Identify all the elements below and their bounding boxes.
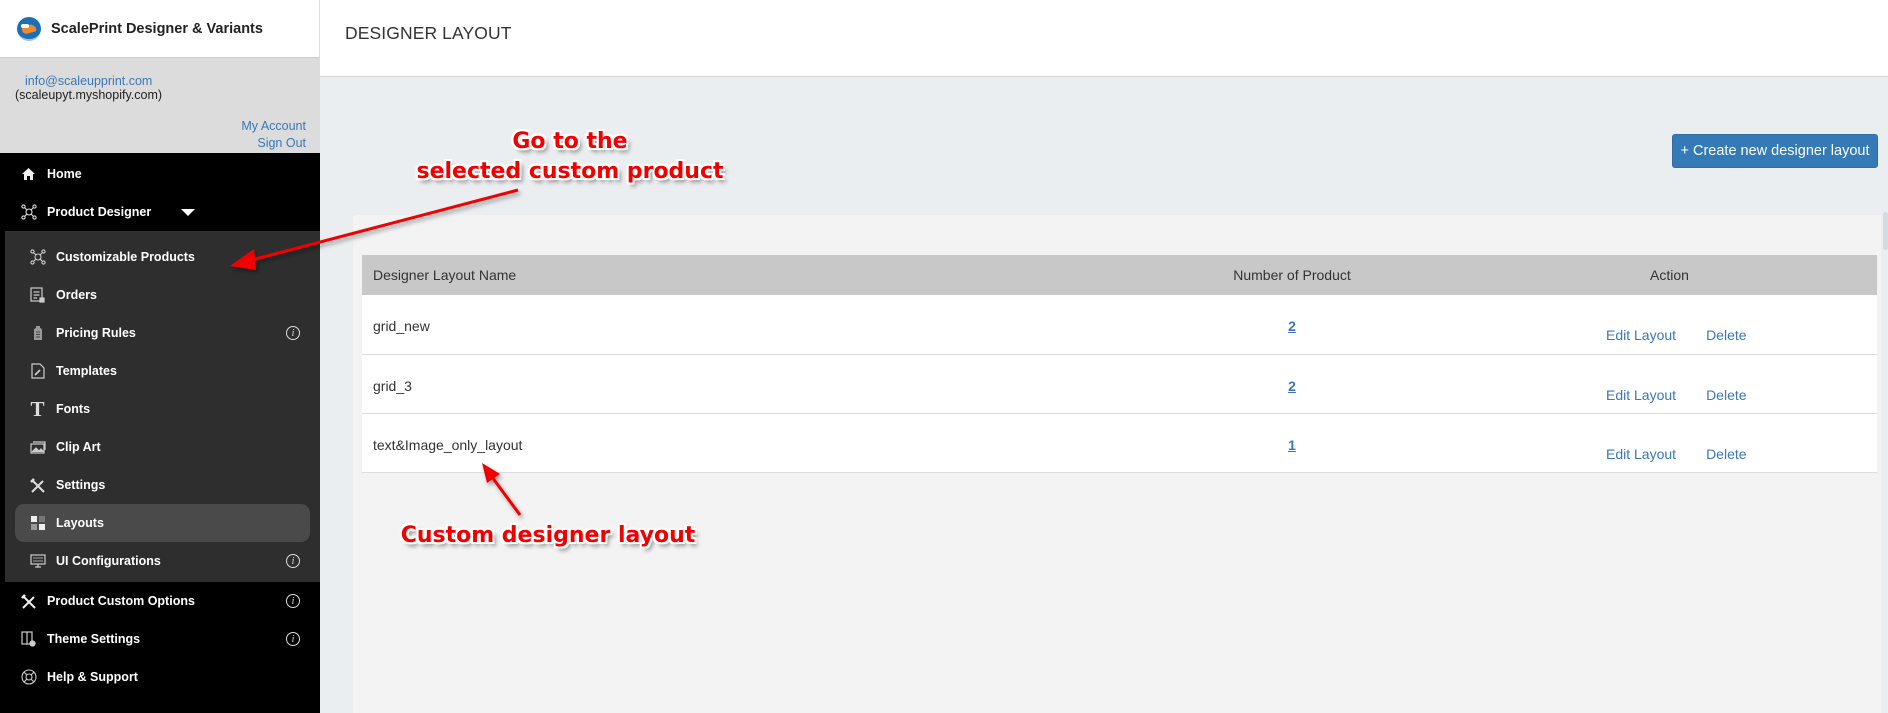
- sidebar-item-label: Customizable Products: [56, 250, 195, 264]
- sidebar-item-clip-art[interactable]: Clip Art: [5, 428, 320, 466]
- templates-icon: [29, 363, 46, 380]
- delete-link[interactable]: Delete: [1706, 327, 1746, 343]
- sidebar-item-label: Product Designer: [47, 205, 152, 219]
- sidebar-item-ui-configurations[interactable]: UI Configurations i: [5, 542, 320, 580]
- sidebar-item-templates[interactable]: Templates: [5, 352, 320, 390]
- edit-layout-link[interactable]: Edit Layout: [1606, 446, 1676, 462]
- table-header-row: Designer Layout Name Number of Product A…: [362, 255, 1877, 295]
- sidebar-item-layouts[interactable]: Layouts: [15, 504, 310, 542]
- sidebar-item-label: Settings: [56, 478, 106, 492]
- info-icon[interactable]: i: [286, 326, 300, 340]
- my-account-link[interactable]: My Account: [241, 118, 306, 135]
- sidebar-item-label: Pricing Rules: [56, 326, 136, 340]
- product-custom-options-icon: [20, 593, 37, 610]
- pricing-rules-icon: [29, 325, 46, 342]
- edit-layout-link[interactable]: Edit Layout: [1606, 327, 1676, 343]
- product-designer-icon: [20, 204, 37, 221]
- sidebar-item-label: Orders: [56, 288, 97, 302]
- sidebar-item-label: Layouts: [56, 516, 104, 530]
- info-icon[interactable]: i: [286, 632, 300, 646]
- layout-name: grid_3: [362, 354, 1122, 414]
- sidebar-item-label: UI Configurations: [56, 554, 161, 568]
- layouts-icon: [29, 515, 46, 532]
- sidebar: ScalePrint Designer & Variants info@scal…: [0, 0, 320, 713]
- sidebar-item-product-custom-options[interactable]: Product Custom Options i: [0, 582, 320, 620]
- chevron-down-icon[interactable]: [181, 208, 196, 216]
- sidebar-item-theme-settings[interactable]: Theme Settings i: [0, 620, 320, 658]
- sidebar-item-label: Home: [47, 167, 82, 181]
- sign-out-link[interactable]: Sign Out: [241, 135, 306, 152]
- account-panel: info@scaleupprint.com (scaleupyt.myshopi…: [0, 58, 320, 153]
- sidebar-item-label: Fonts: [56, 402, 91, 416]
- sidebar-item-label: Product Custom Options: [47, 594, 195, 608]
- annotation-line: Go to the: [512, 129, 628, 154]
- fonts-icon: T: [30, 396, 45, 421]
- layout-name: grid_new: [362, 295, 1122, 355]
- brand-title: ScalePrint Designer & Variants: [51, 20, 263, 37]
- annotation-line: selected custom product: [416, 159, 724, 184]
- table-row: grid_new 2 Edit Layout Delete: [362, 295, 1877, 355]
- theme-settings-icon: [20, 631, 37, 648]
- product-count-link[interactable]: 1: [1288, 437, 1296, 453]
- sidebar-item-product-designer[interactable]: Product Designer: [0, 193, 320, 231]
- orders-icon: [29, 287, 46, 304]
- info-icon[interactable]: i: [286, 554, 300, 568]
- page-header: DESIGNER LAYOUT: [320, 0, 1888, 77]
- edit-layout-link[interactable]: Edit Layout: [1606, 387, 1676, 403]
- sidebar-item-orders[interactable]: Orders: [5, 276, 320, 314]
- info-icon[interactable]: i: [286, 594, 300, 608]
- table-row: text&Image_only_layout 1 Edit Layout Del…: [362, 413, 1877, 473]
- home-icon: [20, 166, 37, 183]
- create-new-designer-layout-button[interactable]: + Create new designer layout: [1672, 134, 1878, 168]
- settings-icon: [29, 477, 46, 494]
- sidebar-item-label: Theme Settings: [47, 632, 141, 646]
- sidebar-item-label: Help & Support: [47, 670, 138, 684]
- sidebar-item-settings[interactable]: Settings: [5, 466, 320, 504]
- layouts-table: Designer Layout Name Number of Product A…: [362, 255, 1877, 473]
- sidebar-item-home[interactable]: Home: [0, 155, 320, 193]
- delete-link[interactable]: Delete: [1706, 387, 1746, 403]
- column-header-layout-name: Designer Layout Name: [362, 255, 1122, 295]
- sidebar-item-customizable-products[interactable]: Customizable Products: [5, 238, 320, 276]
- page-title: DESIGNER LAYOUT: [345, 23, 512, 43]
- scrollbar[interactable]: [1883, 212, 1888, 250]
- annotation-go-to-product: Go to the selected custom product: [405, 127, 735, 187]
- product-designer-submenu: Customizable Products Orders Pricing Rul…: [5, 231, 320, 582]
- shop-domain: (scaleupyt.myshopify.com): [15, 88, 163, 102]
- scaleprint-logo-icon: [17, 16, 41, 41]
- column-header-action: Action: [1462, 255, 1877, 295]
- sidebar-item-help-support[interactable]: Help & Support: [0, 658, 320, 696]
- product-count-link[interactable]: 2: [1288, 318, 1296, 334]
- table-row: grid_3 2 Edit Layout Delete: [362, 354, 1877, 414]
- column-header-number-of-product: Number of Product: [1122, 255, 1462, 295]
- sidebar-item-label: Templates: [56, 364, 117, 378]
- annotation-custom-layout: Custom designer layout: [400, 523, 696, 548]
- account-email[interactable]: info@scaleupprint.com: [25, 74, 306, 88]
- layout-name: text&Image_only_layout: [362, 413, 1122, 473]
- sidebar-item-pricing-rules[interactable]: Pricing Rules i: [5, 314, 320, 352]
- sidebar-item-fonts[interactable]: T Fonts: [5, 390, 320, 428]
- sidebar-item-label: Clip Art: [56, 440, 101, 454]
- clip-art-icon: [29, 439, 46, 456]
- ui-configurations-icon: [29, 553, 46, 570]
- product-count-link[interactable]: 2: [1288, 378, 1296, 394]
- customizable-products-icon: [29, 249, 46, 266]
- brand-header[interactable]: ScalePrint Designer & Variants: [0, 0, 320, 58]
- delete-link[interactable]: Delete: [1706, 446, 1746, 462]
- help-support-icon: [20, 669, 37, 686]
